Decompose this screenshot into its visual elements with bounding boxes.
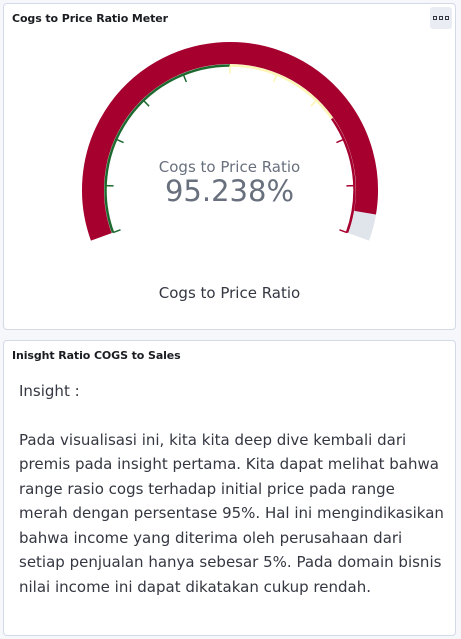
insight-paragraph: Pada visualisasi ini, kita kita deep div…: [19, 430, 444, 596]
gauge-tick: [182, 74, 188, 83]
gauge-caption: Cogs to Price Ratio: [158, 284, 301, 302]
gauge-tick: [115, 138, 124, 144]
insight-panel: Inisght Ratio COGS to Sales Insight : Pa…: [3, 340, 456, 636]
gauge-tick: [310, 99, 318, 107]
gauge-tick: [112, 229, 121, 234]
gauge-panel: Cogs to Price Ratio Meter Cogs to Price …: [3, 3, 456, 330]
gauge-tick: [339, 229, 348, 234]
insight-text: Insight : Pada visualisasi ini, kita kit…: [19, 379, 444, 599]
insight-heading: Insight :: [19, 382, 80, 400]
gauge-metric-value: 95.238%: [164, 174, 295, 208]
gauge-value-arc: [82, 42, 378, 241]
insight-panel-title: Inisght Ratio COGS to Sales: [12, 349, 181, 362]
gauge-tick: [272, 74, 278, 83]
gauge-tick: [336, 138, 345, 144]
gauge-tick: [142, 99, 150, 107]
